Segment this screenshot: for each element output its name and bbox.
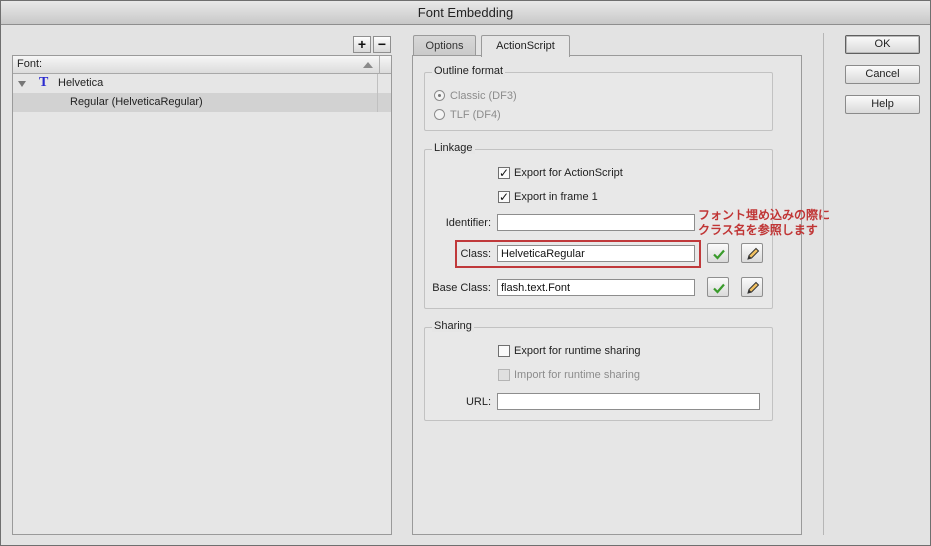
sort-ascending-icon[interactable] xyxy=(363,62,373,68)
edit-base-class-button[interactable] xyxy=(741,277,763,297)
validate-class-button[interactable] xyxy=(707,243,729,263)
linkage-title: Linkage xyxy=(432,142,475,154)
column-divider xyxy=(377,74,378,93)
tlf-df4-label: TLF (DF4) xyxy=(450,109,501,121)
export-frame1-checkbox[interactable]: ✓ xyxy=(498,191,510,203)
export-runtime-label: Export for runtime sharing xyxy=(514,345,641,357)
annotation-line-1: フォント埋め込みの際に xyxy=(698,208,831,222)
radio-tlf-df4 xyxy=(434,109,445,120)
class-label: Class: xyxy=(460,248,491,260)
add-font-button[interactable]: + xyxy=(353,36,371,53)
font-style-row[interactable]: Regular (HelveticaRegular) xyxy=(13,93,391,112)
outline-format-title: Outline format xyxy=(432,65,506,77)
vertical-divider xyxy=(823,33,824,535)
checkmark-icon xyxy=(713,249,725,260)
classic-df3-label: Classic (DF3) xyxy=(450,90,517,102)
radio-classic-df3 xyxy=(434,90,445,101)
font-family-row[interactable]: T Helvetica xyxy=(13,74,391,93)
url-input[interactable] xyxy=(497,393,760,410)
disclosure-triangle-icon[interactable] xyxy=(18,81,26,87)
edit-class-button[interactable] xyxy=(741,243,763,263)
cancel-button[interactable]: Cancel xyxy=(845,65,920,84)
annotation-line-2: クラス名を参照します xyxy=(698,223,818,237)
export-actionscript-label: Export for ActionScript xyxy=(514,167,623,179)
annotation-note: フォント埋め込みの際に クラス名を参照します xyxy=(698,208,830,238)
font-list: Font: T Helvetica Regular (HelveticaRegu… xyxy=(12,55,392,535)
pencil-icon xyxy=(747,247,760,260)
ok-button[interactable]: OK xyxy=(845,35,920,54)
import-runtime-label: Import for runtime sharing xyxy=(514,369,640,381)
tab-options[interactable]: Options xyxy=(413,35,476,56)
export-runtime-checkbox[interactable] xyxy=(498,345,510,357)
window-title: Font Embedding xyxy=(1,1,930,25)
sharing-title: Sharing xyxy=(432,320,474,332)
export-frame1-label: Export in frame 1 xyxy=(514,191,598,203)
remove-font-button[interactable]: − xyxy=(373,36,391,53)
base-class-input[interactable] xyxy=(497,279,695,296)
font-type-icon: T xyxy=(39,75,49,90)
import-runtime-checkbox xyxy=(498,369,510,381)
font-column-label: Font: xyxy=(17,58,43,70)
font-family-label: Helvetica xyxy=(58,77,104,89)
pencil-icon xyxy=(747,281,760,294)
identifier-label: Identifier: xyxy=(445,217,491,229)
column-divider xyxy=(377,93,378,112)
column-divider xyxy=(379,56,380,74)
export-actionscript-checkbox[interactable]: ✓ xyxy=(498,167,510,179)
font-list-header[interactable]: Font: xyxy=(13,56,391,74)
font-embedding-dialog: Font Embedding + − Font: T Helvetica Reg… xyxy=(0,0,931,546)
validate-base-class-button[interactable] xyxy=(707,277,729,297)
tab-actionscript[interactable]: ActionScript xyxy=(481,35,570,57)
base-class-label: Base Class: xyxy=(432,282,491,294)
class-input[interactable] xyxy=(497,245,695,262)
identifier-input[interactable] xyxy=(497,214,695,231)
font-style-label: Regular (HelveticaRegular) xyxy=(70,96,203,108)
help-button[interactable]: Help xyxy=(845,95,920,114)
checkmark-icon xyxy=(713,283,725,294)
url-label: URL: xyxy=(465,396,491,408)
